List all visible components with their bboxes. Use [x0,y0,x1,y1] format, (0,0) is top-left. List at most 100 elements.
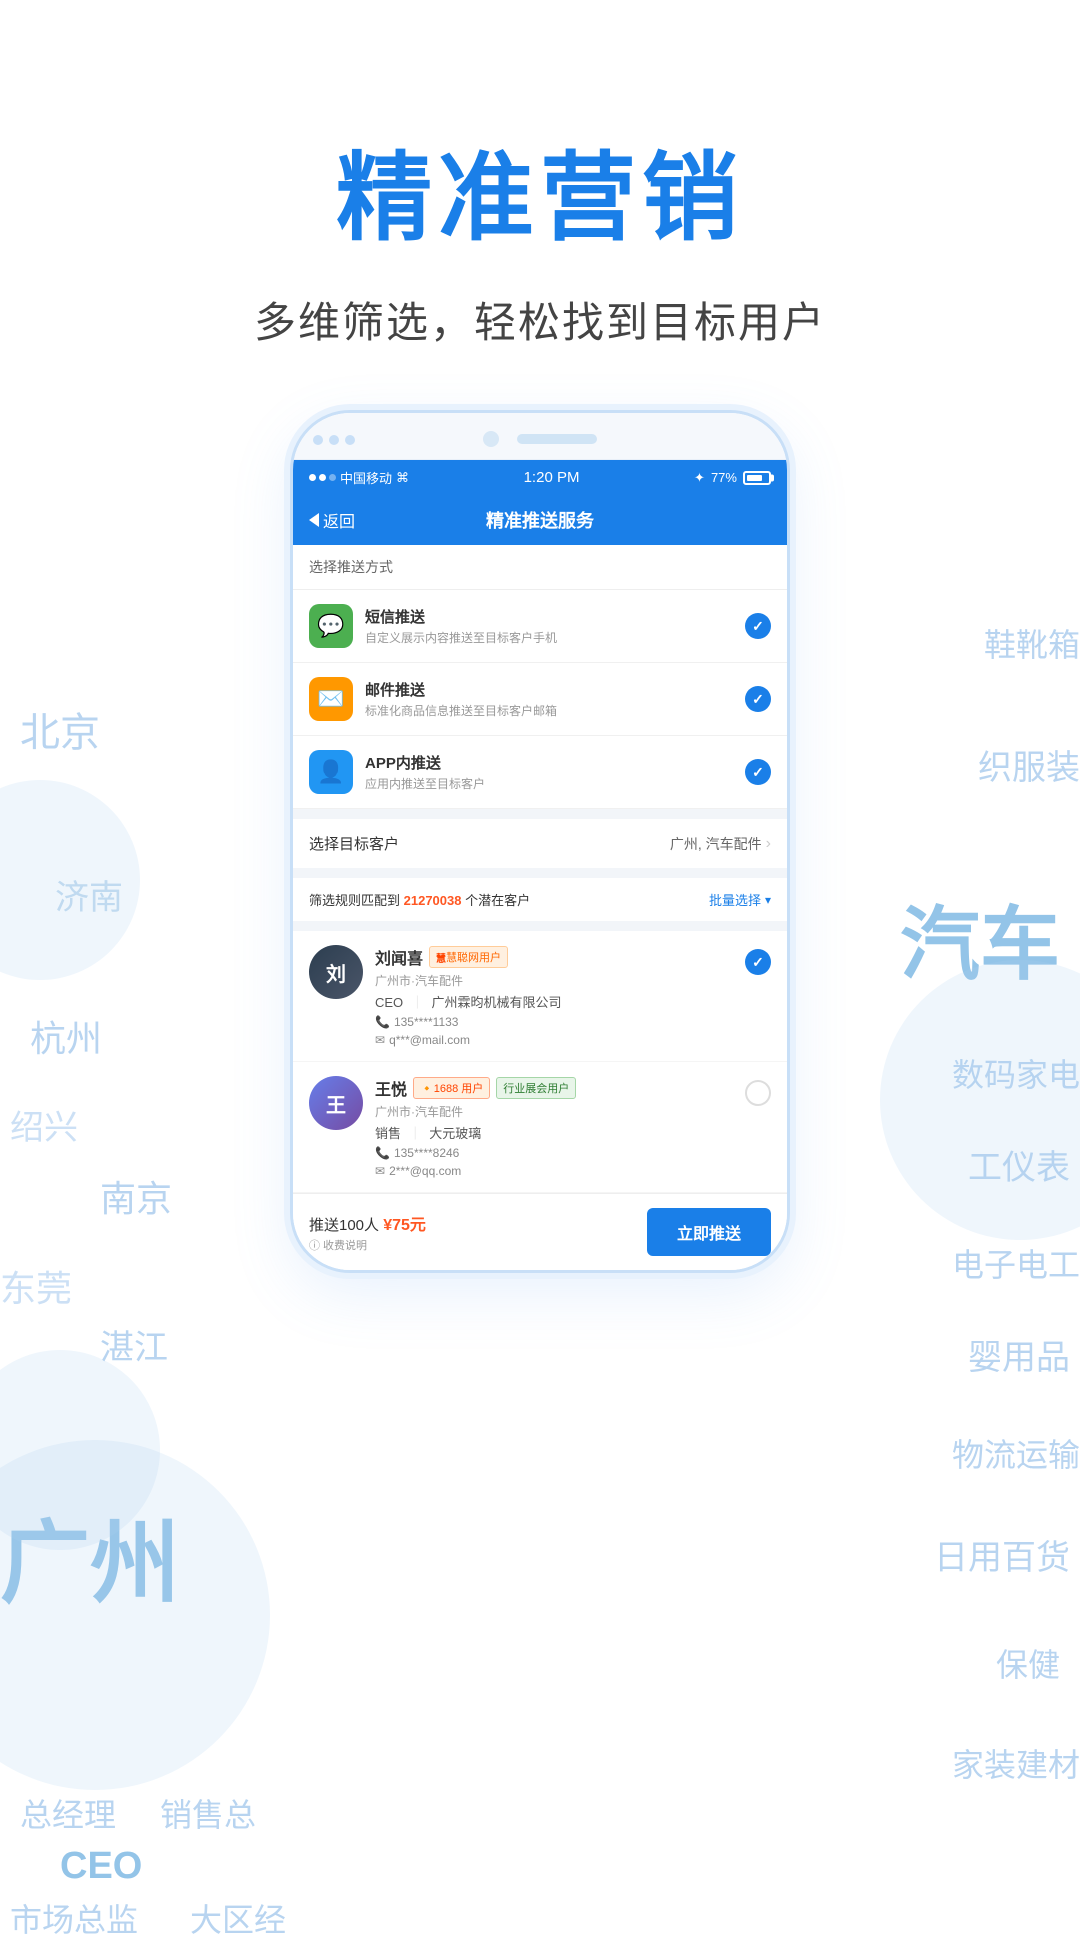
dot-3 [345,435,355,445]
bg-tag-xsz: 销售总 [160,1790,256,1836]
bg-tag-baby: 婴用品 [968,1330,1070,1379]
phone-text-0: 135****1133 [394,1015,459,1029]
sms-icon: 💬 [309,604,353,648]
status-bar: 中国移动 ⌘ 1:20 PM ✦ 77% [293,460,787,495]
phone-container: 中国移动 ⌘ 1:20 PM ✦ 77% 返回 精准推送服务 [0,410,1080,1273]
push-method-mail[interactable]: ✉️ 邮件推送 标准化商品信息推送至目标客户邮箱 ✓ [293,663,787,736]
signal-dot-1 [309,474,316,481]
price-main: 推送100人 ¥75元 [309,1211,647,1235]
phone-camera [483,431,499,447]
battery-fill [747,475,762,481]
sms-check: ✓ [745,613,771,639]
bg-tag-daily: 日用百货 [934,1530,1070,1579]
mail-icon: ✉️ [309,677,353,721]
customer-location-1: 广州市·汽车配件 [375,1103,733,1120]
push-method-app[interactable]: 👤 APP内推送 应用内推送至目标客户 ✓ [293,736,787,809]
back-button[interactable]: 返回 [309,508,355,532]
customer-check-0[interactable]: ✓ [745,949,771,975]
app-name: APP内推送 [365,752,733,773]
target-arrow-icon: › [766,835,771,853]
push-method-sms[interactable]: 💬 短信推送 自定义展示内容推送至目标客户手机 ✓ [293,590,787,663]
header-section: 精准营销 多维筛选，轻松找到目标用户 [0,0,1080,350]
role-separator-1: ｜ [409,1126,422,1141]
avatar-img-1: 王 [309,1076,363,1130]
contact-phone-1: 📞 135****8246 [375,1146,733,1160]
mail-name: 邮件推送 [365,679,733,700]
circle-deco-3 [0,1350,160,1550]
wifi-icon: ⌘ [396,470,409,486]
customer-badge2-1: 行业展会用户 [496,1077,576,1099]
sub-title: 多维筛选，轻松找到目标用户 [0,289,1080,350]
customer-badge1-1: 🔸 1688 用户 [413,1077,490,1099]
sms-text: 短信推送 自定义展示内容推送至目标客户手机 [365,606,733,646]
bottom-bar: 推送100人 ¥75元 ⓘ 收费说明 立即推送 [293,1193,787,1270]
bg-tag-ceo: CEO [60,1845,142,1888]
phone-icon-0: 📞 [375,1015,390,1029]
filter-prefix: 筛选规则匹配到 [309,893,400,908]
bg-tag-dqj: 大区经 [190,1895,286,1941]
customer-location-0: 广州市·汽车配件 [375,972,733,989]
customer-name-row-1: 王悦 🔸 1688 用户 行业展会用户 [375,1076,733,1100]
company-text-1: 大元玻璃 [429,1126,481,1141]
contact-email-0: ✉ q***@mail.com [375,1033,733,1047]
customer-badge-0: 慧 慧聪网用户 [429,946,508,968]
mail-desc: 标准化商品信息推送至目标客户邮箱 [365,702,733,719]
push-section-label: 选择推送方式 [309,559,393,575]
app-emoji: 👤 [317,759,344,785]
email-icon-1: ✉ [375,1164,385,1178]
mail-check: ✓ [745,686,771,712]
price-note[interactable]: ⓘ 收费说明 [309,1237,647,1253]
contact-email-1: ✉ 2***@qq.com [375,1164,733,1178]
send-button[interactable]: 立即推送 [647,1208,771,1256]
batch-select-btn[interactable]: 批量选择 ▾ [709,890,771,909]
nav-title: 精准推送服务 [486,507,594,533]
phone-mockup: 中国移动 ⌘ 1:20 PM ✦ 77% 返回 精准推送服务 [290,410,790,1273]
check-circle-empty-1 [745,1080,771,1106]
customer-info-1: 王悦 🔸 1688 用户 行业展会用户 广州市·汽车配件 销售 [375,1076,733,1178]
phone-top-bar [293,413,787,460]
sms-emoji: 💬 [317,613,344,639]
customer-name-1: 王悦 [375,1076,407,1100]
role-text-1: 销售 [375,1126,401,1141]
bg-tag-logistics: 物流运输 [952,1430,1080,1476]
main-title: 精准营销 [0,120,1080,259]
customer-name-0: 刘闻喜 [375,945,423,969]
customer-item-1[interactable]: 王 王悦 🔸 1688 用户 行业展会用户 [293,1062,787,1193]
target-value-text: 广州, 汽车配件 [670,834,762,854]
target-label: 选择目标客户 [309,833,399,854]
filter-text: 筛选规则匹配到 21270038 个潜在客户 [309,890,530,909]
bg-tag-health: 保健 [996,1640,1060,1686]
battery-percent: 77% [711,470,737,485]
status-time: 1:20 PM [524,469,580,486]
batch-select-label: 批量选择 [709,890,761,909]
signal-dots [309,474,336,481]
app-content: 选择推送方式 💬 短信推送 自定义展示内容推送至目标客户手机 ✓ [293,545,787,1270]
badge1-text-1: 1688 用户 [434,1080,484,1096]
customer-item-0[interactable]: 刘 刘闻喜 慧 慧聪网用户 广州市·汽车配件 CEO [293,931,787,1062]
signal-dot-2 [319,474,326,481]
bg-tag-home: 家装建材 [952,1740,1080,1786]
customer-list: 刘 刘闻喜 慧 慧聪网用户 广州市·汽车配件 CEO [293,931,787,1193]
sms-name: 短信推送 [365,606,733,627]
filter-count: 21270038 [404,893,462,908]
sms-desc: 自定义展示内容推送至目标客户手机 [365,629,733,646]
app-text: APP内推送 应用内推送至目标客户 [365,752,733,792]
signal-dot-3 [329,474,336,481]
nav-bar: 返回 精准推送服务 [293,495,787,545]
target-value: 广州, 汽车配件 › [670,834,771,854]
customer-avatar-0: 刘 [309,945,363,999]
customer-role-0: CEO ｜ 广州霖昀机械有限公司 [375,992,733,1011]
customer-check-1[interactable] [745,1080,771,1106]
push-methods-list: 💬 短信推送 自定义展示内容推送至目标客户手机 ✓ ✉️ [293,590,787,809]
phone-text-1: 135****8246 [394,1146,459,1160]
target-customer-row[interactable]: 选择目标客户 广州, 汽车配件 › [293,819,787,868]
customer-role-1: 销售 ｜ 大元玻璃 [375,1123,733,1142]
role-separator-0: ｜ [411,995,424,1010]
phone-speaker [517,434,597,444]
price-amount: ¥75元 [383,1217,426,1234]
email-text-0: q***@mail.com [389,1033,470,1047]
circle-deco-4 [0,1440,270,1790]
filter-suffix: 个潜在客户 [465,893,530,908]
app-check: ✓ [745,759,771,785]
contact-phone-0: 📞 135****1133 [375,1015,733,1029]
